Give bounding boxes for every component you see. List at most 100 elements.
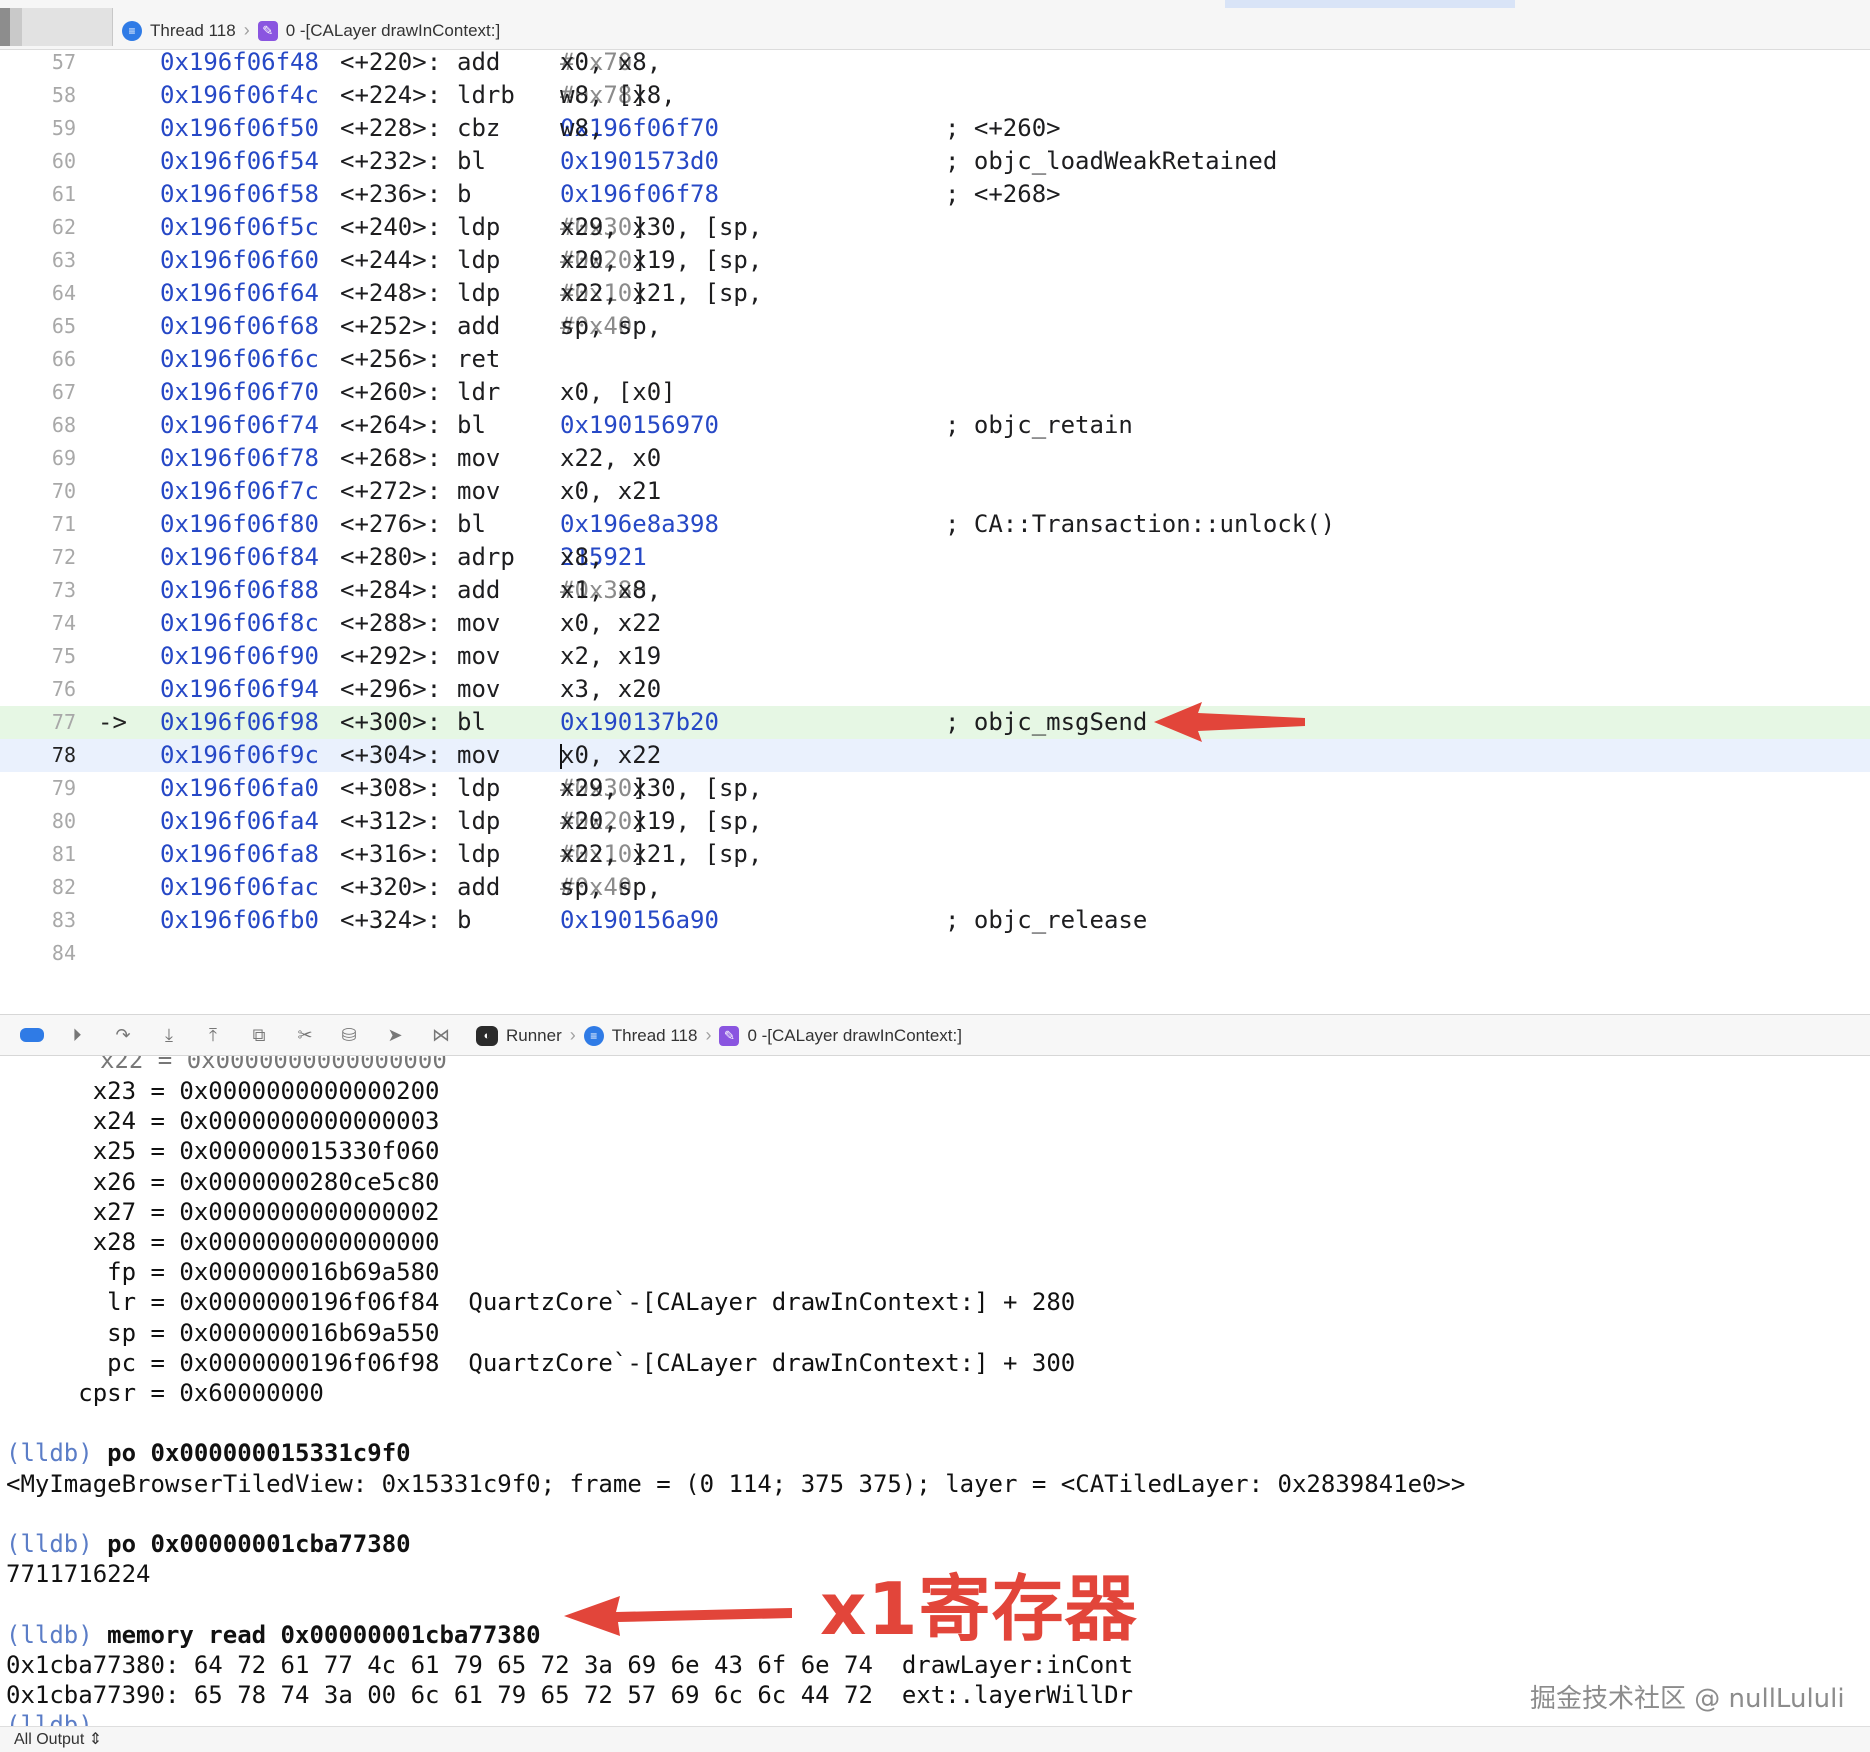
breadcrumb-process-label: Runner: [506, 1025, 562, 1045]
chevron-right-icon: ›: [243, 20, 250, 40]
disasm-line[interactable]: 66 0x196f06f6c <+256>: ret: [0, 343, 1870, 376]
operand-part: ]: [632, 213, 647, 241]
instruction-address: 0x196f06f5c: [160, 213, 319, 241]
disasm-line[interactable]: 78 0x196f06f9c <+304>: mov x0, x22: [0, 739, 1870, 772]
environment-overrides-icon[interactable]: ⛁: [336, 1024, 362, 1046]
instruction-operands: x29, x30, [sp, #0x30]: [560, 772, 762, 805]
instruction-address: 0x196f06f90: [160, 642, 319, 670]
console-output-line: x26 = 0x0000000280ce5c80: [6, 1168, 440, 1196]
disasm-line[interactable]: 71 0x196f06f80 <+276>: bl 0x196e8a398 ; CA::T…: [0, 508, 1870, 541]
instruction-mnemonic: ldp: [457, 774, 501, 802]
instruction-mnemonic: b: [457, 180, 472, 208]
line-number: 61: [51, 182, 76, 206]
output-filter-popup[interactable]: All Output ⇕: [14, 1729, 102, 1749]
instruction-offset: <+260>:: [340, 378, 442, 406]
instruction-comment: ; objc_loadWeakRetained: [945, 147, 1278, 175]
disasm-line[interactable]: 73 0x196f06f88 <+284>: add x1, x8, #0x380: [0, 574, 1870, 607]
instruction-address: 0x196f06f6c: [160, 345, 319, 373]
breakpoints-toggle-icon[interactable]: [20, 1028, 44, 1042]
console-output-line: <MyImageBrowserTiledView: 0x15331c9f0; f…: [6, 1470, 1466, 1498]
breadcrumb-process[interactable]: ◐ Runner: [476, 1025, 562, 1046]
instruction-offset: <+248>:: [340, 279, 442, 307]
simulate-location-icon[interactable]: ➤: [382, 1024, 408, 1046]
operand-part: 0x190156970: [560, 411, 719, 439]
console-output-line: fp = 0x000000016b69a580: [6, 1258, 440, 1286]
breadcrumb-thread-label: Thread 118: [150, 20, 236, 40]
instruction-offset: <+276>:: [340, 510, 442, 538]
line-number: 63: [51, 248, 76, 272]
lldb-command: memory read 0x00000001cba77380: [92, 1621, 541, 1649]
instruction-operands: w8, 0x196f06f70: [560, 112, 719, 145]
disasm-line[interactable]: 67 0x196f06f70 <+260>: ldr x0, [x0]: [0, 376, 1870, 409]
instruction-offset: <+224>:: [340, 81, 442, 109]
instruction-mnemonic: bl: [457, 147, 486, 175]
operand-part: x1, x8,: [560, 576, 676, 604]
step-out-icon[interactable]: ⤒: [200, 1024, 226, 1046]
disassembly-view[interactable]: 57 0x196f06f48 <+220>: add x0, x8, #0x70 58 0x…: [0, 50, 1870, 1014]
instruction-mnemonic: mov: [457, 444, 501, 472]
instruction-operands: x0, x8, #0x70: [560, 50, 661, 79]
disasm-line[interactable]: 74 0x196f06f8c <+288>: mov x0, x22: [0, 607, 1870, 640]
disasm-line[interactable]: 60 0x196f06f54 <+232>: bl 0x1901573d0 ; objc_…: [0, 145, 1870, 178]
thread-filter-icon[interactable]: ⋈: [428, 1024, 454, 1046]
disasm-line[interactable]: 75 0x196f06f90 <+292>: mov x2, x19: [0, 640, 1870, 673]
disasm-line[interactable]: 69 0x196f06f78 <+268>: mov x22, x0: [0, 442, 1870, 475]
disasm-line[interactable]: 63 0x196f06f60 <+244>: ldp x20, x19, [sp, #0…: [0, 244, 1870, 277]
line-number: 75: [51, 644, 76, 668]
operand-part: sp, sp,: [560, 873, 676, 901]
instruction-comment: ; <+268>: [945, 180, 1061, 208]
disasm-line[interactable]: 61 0x196f06f58 <+236>: b 0x196f06f78 ; <+268>: [0, 178, 1870, 211]
chevron-right-icon: ›: [705, 1025, 712, 1045]
operand-part: 0x196e8a398: [560, 510, 719, 538]
lldb-prompt: (lldb): [6, 1530, 93, 1558]
disasm-line[interactable]: 59 0x196f06f50 <+228>: cbz w8, 0x196f06f70 ; …: [0, 112, 1870, 145]
disasm-line[interactable]: 68 0x196f06f74 <+264>: bl 0x190156970 ; objc_…: [0, 409, 1870, 442]
view-hierarchy-icon[interactable]: ⧉: [246, 1024, 272, 1046]
disasm-line[interactable]: 62 0x196f06f5c <+240>: ldp x29, x30, [sp, #0…: [0, 211, 1870, 244]
chevron-right-icon: ›: [569, 1025, 576, 1045]
console-output-line: sp = 0x000000016b69a550: [6, 1319, 440, 1347]
operand-part: x0, [x0]: [560, 378, 676, 406]
breadcrumb-thread[interactable]: ≡ Thread 118: [122, 20, 236, 41]
watermark: 掘金技术社区 @ nullLululi: [1530, 1684, 1845, 1714]
console-command-line: (lldb) po 0x000000015331c9f0: [6, 1438, 411, 1468]
disasm-line[interactable]: 64 0x196f06f64 <+248>: ldp x22, x21, [sp, #0…: [0, 277, 1870, 310]
disasm-line[interactable]: 70 0x196f06f7c <+272>: mov x0, x21: [0, 475, 1870, 508]
disasm-line[interactable]: 57 0x196f06f48 <+220>: add x0, x8, #0x70: [0, 50, 1870, 79]
disasm-line[interactable]: 82 0x196f06fac <+320>: add sp, sp, #0x40: [0, 871, 1870, 904]
disasm-line[interactable]: 79 0x196f06fa0 <+308>: ldp x29, x30, [sp, #0…: [0, 772, 1870, 805]
lldb-prompt: (lldb): [6, 1711, 93, 1726]
disasm-line[interactable]: 58 0x196f06f4c <+224>: ldrb w8, [x8, #0x78]: [0, 79, 1870, 112]
instruction-offset: <+300>:: [340, 708, 442, 736]
step-into-icon[interactable]: ⤓: [156, 1024, 182, 1046]
step-over-icon[interactable]: ↷: [110, 1024, 136, 1046]
breadcrumb-frame[interactable]: ✎ 0 -[CALayer drawInContext:]: [257, 20, 500, 41]
instruction-address: 0x196f06f78: [160, 444, 319, 472]
instruction-mnemonic: add: [457, 50, 501, 76]
line-number: 58: [51, 83, 76, 107]
annotation-arrow-memory-read: [564, 1596, 792, 1636]
continue-icon[interactable]: ⏵: [64, 1024, 90, 1046]
breadcrumb-thread[interactable]: ≡ Thread 118: [583, 1025, 697, 1046]
disasm-line[interactable]: 77 -> 0x196f06f98 <+300>: bl 0x190137b20 ; obj…: [0, 706, 1870, 739]
breadcrumb-frame[interactable]: ✎ 0 -[CALayer drawInContext:]: [719, 1025, 962, 1046]
instruction-comment: ; CA::Transaction::unlock(): [945, 510, 1336, 538]
line-number: 77: [51, 710, 76, 734]
line-number: 81: [51, 842, 76, 866]
disasm-line[interactable]: 80 0x196f06fa4 <+312>: ldp x20, x19, [sp, #0…: [0, 805, 1870, 838]
disasm-line[interactable]: 81 0x196f06fa8 <+316>: ldp x22, x21, [sp, #0…: [0, 838, 1870, 871]
console-command-line: (lldb) memory read 0x00000001cba77380: [6, 1620, 541, 1650]
line-number: 67: [51, 380, 76, 404]
instruction-comment: ; <+260>: [945, 114, 1061, 142]
disasm-line[interactable]: 65 0x196f06f68 <+252>: add sp, sp, #0x40: [0, 310, 1870, 343]
instruction-address: 0x196f06fa8: [160, 840, 319, 868]
instruction-address: 0x196f06f74: [160, 411, 319, 439]
disasm-line[interactable]: 76 0x196f06f94 <+296>: mov x3, x20: [0, 673, 1870, 706]
disasm-line[interactable]: 83 0x196f06fb0 <+324>: b 0x190156a90 ; objc_r…: [0, 904, 1870, 937]
memory-graph-icon[interactable]: ✂: [292, 1024, 318, 1046]
operand-part: ]: [632, 774, 647, 802]
disasm-line[interactable]: 84: [0, 937, 1870, 970]
instruction-offset: <+308>:: [340, 774, 442, 802]
disasm-line[interactable]: 72 0x196f06f84 <+280>: adrp x8, 215921: [0, 541, 1870, 574]
instruction-address: 0x196f06f58: [160, 180, 319, 208]
